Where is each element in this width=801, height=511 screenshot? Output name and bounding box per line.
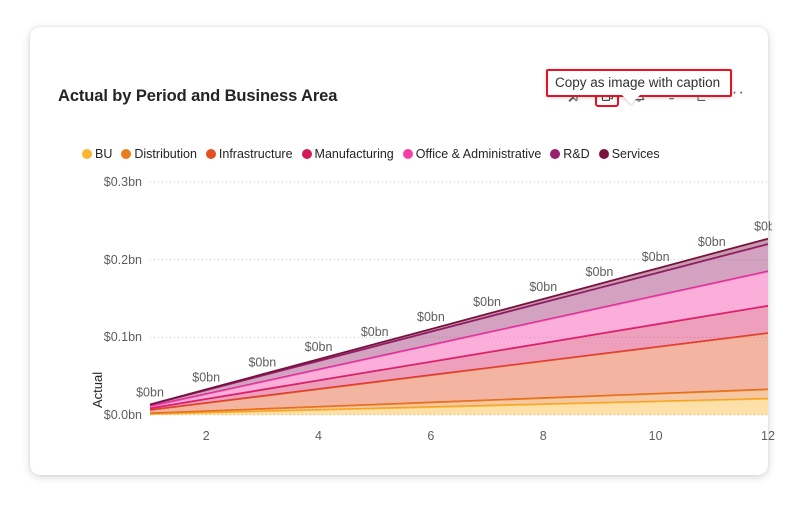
legend-item[interactable]: Distribution	[121, 147, 197, 161]
legend-item[interactable]: R&D	[550, 147, 590, 161]
x-axis-tick-label: 8	[539, 429, 547, 443]
y-axis-title: Actual	[90, 371, 105, 408]
legend-item-label: Infrastructure	[218, 147, 293, 161]
y-axis-tick-label: $0.2bn	[103, 252, 142, 267]
legend-color-dot	[402, 149, 413, 159]
x-axis-tick-label: 6	[427, 429, 435, 443]
chart-plot-area: Actual Period $0.0bn$0.1bn$0.2bn$0.3bn 2…	[82, 170, 775, 443]
data-label: $0bn	[586, 265, 614, 279]
data-label: $0bn	[754, 220, 772, 234]
data-label: $0bn	[136, 385, 164, 399]
legend-item-label: Distribution	[134, 147, 197, 161]
data-label: $0bn	[473, 295, 501, 309]
data-label: $0bn	[192, 370, 220, 384]
data-label: $0bn	[305, 340, 333, 354]
legend-item-label: Manufacturing	[314, 147, 394, 161]
y-axis-tick-label: $0.1bn	[103, 330, 142, 345]
data-label: $0bn	[361, 325, 389, 339]
tooltip-box: Copy as image with caption	[546, 69, 732, 104]
page-title: Actual by Period and Business Area	[58, 87, 338, 105]
legend-item-label: BU	[95, 147, 113, 161]
tooltip-tail	[622, 95, 640, 104]
x-axis-tick-label: 2	[202, 429, 210, 443]
chart-legend: BU Distribution Infrastructure Manufacturin…	[82, 147, 666, 161]
tooltip-callout: Copy as image with caption	[546, 69, 732, 104]
legend-color-dot	[82, 149, 92, 159]
legend-color-dot	[550, 149, 561, 159]
y-axis-tick-label: $0.3bn	[103, 175, 142, 189]
legend-color-dot	[205, 149, 216, 159]
y-axis-tick-label: $0.0bn	[103, 408, 142, 422]
x-axis-tick-label: 12	[761, 429, 775, 443]
legend-item[interactable]: Infrastructure	[205, 147, 293, 161]
legend-item-label: R&D	[563, 147, 590, 161]
data-label: $0bn	[248, 355, 276, 369]
legend-item-label: Office & Administrative	[415, 147, 542, 161]
stacked-area-chart[interactable]: $0bn $0bn $0bn $0bn $0bn $0bn $0bn $0bn $0bn $0bn…	[82, 170, 772, 435]
legend-item[interactable]: BU	[82, 147, 112, 161]
legend-item[interactable]: Services	[598, 147, 660, 161]
legend-color-dot	[121, 149, 132, 159]
data-label: $0bn	[698, 235, 726, 249]
x-axis-tick-label: 10	[648, 429, 663, 443]
screenshot-root: Actual by Period and Business Area ··· C…	[0, 0, 801, 511]
legend-item[interactable]: Manufacturing	[301, 147, 394, 161]
tooltip-text: Copy as image with caption	[555, 75, 721, 90]
data-label: $0bn	[642, 250, 670, 264]
legend-item-label: Services	[611, 147, 660, 161]
data-label: $0bn	[417, 310, 445, 324]
data-label: $0bn	[529, 280, 557, 294]
legend-item[interactable]: Office & Administrative	[402, 147, 542, 161]
visual-card: Actual by Period and Business Area ··· C…	[30, 27, 775, 475]
x-axis-tick-label: 4	[315, 429, 323, 443]
legend-color-dot	[598, 149, 609, 159]
legend-color-dot	[301, 149, 312, 159]
